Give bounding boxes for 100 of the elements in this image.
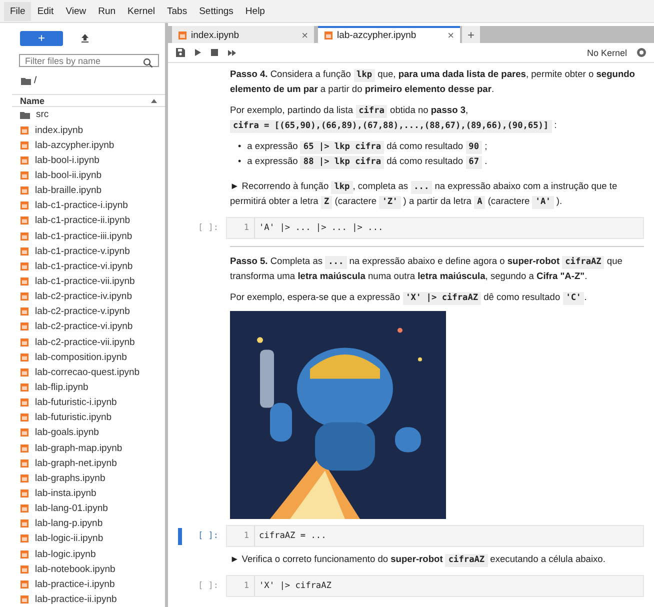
save-icon[interactable] <box>176 48 185 57</box>
notebook-icon <box>20 382 29 392</box>
menu-item[interactable]: Run <box>92 2 122 20</box>
file-name[interactable]: lab-logic-ii.ipynb <box>35 533 104 544</box>
notebook-icon <box>20 368 29 377</box>
file-name[interactable]: lab-insta.ipynb <box>35 488 96 499</box>
file-name[interactable]: lab-flip.ipynb <box>35 382 88 393</box>
file-name[interactable]: lab-c1-practice-iii.ipynb <box>35 230 132 242</box>
notebook-icon <box>20 201 29 210</box>
notebook-icon <box>20 216 29 226</box>
file-name[interactable]: lab-practice-ii.ipynb <box>35 594 117 605</box>
menu-item[interactable]: View <box>60 2 92 20</box>
notebook-icon <box>20 140 29 150</box>
bullet-marker: • <box>238 140 242 153</box>
notebook-icon <box>20 550 29 558</box>
line-number: 1 <box>227 526 255 546</box>
file-name[interactable]: lab-correcao-quest.ipynb <box>35 366 140 378</box>
code-editor[interactable]: 1 'A' |> ... |> ... |> ... <box>226 217 644 239</box>
file-name[interactable]: lab-goals.ipynb <box>35 427 99 438</box>
paragraph: ► Verifica o correto funcionamento do super-robot cifraAZ executando a célula abaixo. <box>230 553 606 567</box>
notebook-icon <box>20 126 29 135</box>
play-icon[interactable] <box>195 49 201 56</box>
notebook-icon <box>20 580 29 589</box>
file-name[interactable]: lab-futuristic-i.ipynb <box>35 397 117 408</box>
menu-item[interactable]: Edit <box>31 2 60 20</box>
line-number: 1 <box>227 218 255 238</box>
path-text[interactable]: / <box>34 75 37 86</box>
file-name[interactable]: lab-practice-i.ipynb <box>35 578 115 590</box>
folder-icon <box>20 110 30 119</box>
file-name[interactable]: lab-composition.ipynb <box>35 352 127 363</box>
file-name[interactable]: src <box>36 109 49 120</box>
folder-icon <box>21 76 31 85</box>
notebook-icon <box>20 534 29 544</box>
code-editor[interactable]: 1 'X' |> cifraAZ <box>226 575 644 597</box>
file-name[interactable]: lab-lang-p.ipynb <box>35 518 103 530</box>
notebook-icon <box>20 564 29 574</box>
file-name[interactable]: lab-c1-practice-vi.ipynb <box>35 260 133 272</box>
file-name[interactable]: lab-c1-practice-i.ipynb <box>35 200 128 212</box>
notebook-icon <box>20 458 29 468</box>
paragraph: Passo 4. Considera a função lkp que, para uma dada lista de pares, permite obter o segundo elemento de um par a partir do primeiro elemento desse par. <box>230 68 636 96</box>
code-line: 'X' |> cifraAZ <box>258 581 332 591</box>
file-name[interactable]: lab-notebook.ipynb <box>35 564 116 575</box>
paragraph: ► Recorrendo à função lkp , completa as ... na expressão abaixo com a instrução que te permitirá obter a letra Z (caractere 'Z' ) a partir da letra A (caractere 'A' ). <box>230 180 618 209</box>
file-name[interactable]: lab-graphs.ipynb <box>35 472 106 484</box>
notebook-tab[interactable]: lab-azcypher.ipynb × <box>318 26 460 43</box>
notebook-icon <box>20 594 29 604</box>
file-name[interactable]: lab-c2-practice-vii.ipynb <box>35 336 135 348</box>
file-name[interactable]: lab-braille.ipynb <box>35 185 102 196</box>
notebook-icon <box>20 338 29 347</box>
bullet-marker: • <box>238 155 242 168</box>
notebook-icon <box>20 232 29 241</box>
notebook-icon <box>20 156 29 165</box>
file-name[interactable]: lab-c2-practice-vi.ipynb <box>35 321 133 332</box>
file-name[interactable]: index.ipynb <box>35 124 84 136</box>
file-name[interactable]: lab-c2-practice-iv.ipynb <box>35 291 132 302</box>
menu-item[interactable]: File <box>4 2 32 20</box>
notebook-icon <box>20 413 29 422</box>
notebook-icon <box>20 428 29 438</box>
notebook-icon <box>20 292 29 302</box>
file-name[interactable]: lab-bool-ii.ipynb <box>35 170 102 181</box>
add-tab-button[interactable]: + <box>462 26 480 43</box>
search-icon <box>143 58 153 68</box>
file-name[interactable]: lab-graph-net.ipynb <box>35 458 117 469</box>
close-icon[interactable]: × <box>302 30 308 42</box>
notebook-tab[interactable]: index.ipynb × <box>172 26 314 43</box>
menu-item[interactable]: Kernel <box>122 2 162 20</box>
close-icon[interactable]: × <box>448 30 454 42</box>
notebook-icon <box>20 307 29 316</box>
kernel-name[interactable]: No Kernel <box>586 48 627 58</box>
file-name[interactable]: lab-c1-practice-vii.ipynb <box>35 276 135 287</box>
new-button[interactable]: + <box>20 31 63 46</box>
notebook-icon <box>20 276 29 286</box>
code-line: cifraAZ = ... <box>258 531 326 541</box>
menu-item[interactable]: Tabs <box>161 2 194 20</box>
file-name[interactable]: lab-futuristic.ipynb <box>35 412 112 424</box>
file-name[interactable]: lab-graph-map.ipynb <box>35 442 122 454</box>
cell-prompt: [ ]: <box>198 581 220 591</box>
menu-item[interactable]: Help <box>239 2 271 20</box>
notebook-icon <box>20 488 29 498</box>
sort-icon <box>151 98 157 103</box>
file-name[interactable]: lab-lang-01.ipynb <box>35 503 108 514</box>
cell-prompt: [ ]: <box>198 531 220 541</box>
file-name[interactable]: lab-logic.ipynb <box>35 548 96 560</box>
notebook-icon <box>178 31 187 40</box>
file-name[interactable]: lab-bool-i.ipynb <box>35 154 100 166</box>
file-name[interactable]: lab-azcypher.ipynb <box>35 140 114 151</box>
cell-prompt: [ ]: <box>198 223 220 233</box>
paragraph: Por exemplo, partindo da lista cifra obtida no passo 3, cifra = [(65,90),(66,89),(67,88),...,(88,67),(89,66),(90,65)] : <box>230 104 558 133</box>
menu-item[interactable]: Settings <box>193 2 240 20</box>
column-header[interactable]: Name <box>12 94 165 108</box>
kernel-status-icon <box>637 48 646 57</box>
filter-field[interactable]: Filter files by name <box>19 54 159 68</box>
file-name[interactable]: lab-c1-practice-v.ipynb <box>35 246 130 257</box>
bullet-item: a expressão 88 |> lkp cifra dá como resultado 67 . <box>247 155 488 169</box>
upload-icon[interactable] <box>81 34 89 43</box>
code-editor[interactable]: 1 cifraAZ = ... <box>226 525 644 547</box>
file-name[interactable]: lab-c2-practice-v.ipynb <box>35 306 130 318</box>
fast-forward-icon[interactable] <box>228 50 236 56</box>
paragraph: Por exemplo, espera-se que a expressão 'X' |> cifraAZ dê como resultado 'C' . <box>230 291 588 305</box>
file-name[interactable]: lab-c1-practice-ii.ipynb <box>35 215 130 226</box>
